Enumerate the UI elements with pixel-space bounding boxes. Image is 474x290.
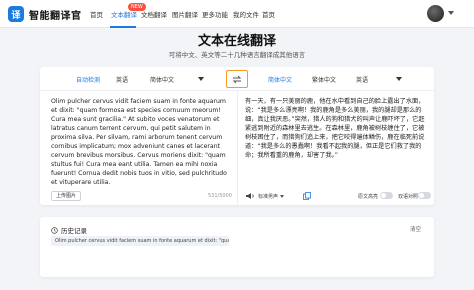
source-lang-option[interactable]: 简体中文 [150, 75, 174, 84]
voice-select[interactable]: 标准男声 [258, 193, 278, 200]
target-lang-option[interactable]: 繁体中文 [312, 75, 336, 84]
user-avatar[interactable] [427, 5, 444, 22]
logo-text: 智能翻译官 [29, 10, 82, 22]
source-auto-detect[interactable]: 自动检测 [76, 75, 100, 84]
nav-home[interactable]: 首页 [90, 9, 103, 19]
chevron-down-icon[interactable] [280, 194, 285, 198]
nav-home-2[interactable]: 首页 [262, 9, 275, 19]
nav-image-translate[interactable]: 图片翻译 [172, 9, 198, 19]
history-item[interactable]: Olim pulcher cervus vidit faciem suam in… [51, 236, 229, 246]
clear-history-button[interactable]: 清空 [410, 225, 421, 233]
nav-doc-translate[interactable]: 文档翻译 [141, 9, 167, 19]
toggle-label: 双语对照 [398, 194, 419, 200]
nav-active-underline [110, 26, 136, 28]
history-panel: 历史记录 清空 Olim pulcher cervus vidit faciem… [40, 217, 434, 277]
chevron-down-icon[interactable] [448, 11, 454, 15]
source-lang-option[interactable]: 英语 [116, 75, 128, 84]
language-bar: 自动检测 英语 简体中文 简体中文 繁体中文 英语 [40, 67, 434, 91]
logo[interactable]: 译 智能翻译官 [8, 6, 82, 22]
copy-icon[interactable] [303, 192, 311, 200]
translation-output: 有一天，有一只美丽的鹿，他在水中看到自己的脸上露出了水面，说：“我是多么漂亮啊！… [245, 98, 425, 159]
source-text-area[interactable]: Olim pulcher cervus vidit faciem suam in… [51, 97, 231, 187]
logo-icon: 译 [8, 6, 24, 22]
target-lang-selected[interactable]: 简体中文 [268, 75, 292, 84]
top-nav: 译 智能翻译官 首页 文本翻译 NEW 文档翻译 图片翻译 更多功能 我的文件 … [0, 0, 474, 28]
highlight-toggle[interactable] [380, 192, 393, 199]
nav-my-files[interactable]: 我的文件 [233, 9, 259, 19]
swap-languages-button[interactable] [226, 70, 248, 88]
chevron-down-icon[interactable] [198, 77, 204, 81]
speaker-icon[interactable] [245, 192, 255, 200]
page-title: 文本在线翻译 [197, 34, 276, 49]
page-subtitle: 可将中文、英文等二十几种语言翻译成其他语言 [168, 51, 306, 59]
target-lang-option[interactable]: 英语 [356, 75, 368, 84]
history-title: 历史记录 [61, 227, 87, 235]
swap-icon [232, 75, 242, 83]
history-header: 历史记录 [51, 225, 87, 235]
pane-divider [237, 91, 238, 205]
clock-icon [51, 226, 58, 234]
toggle-label: 原文高亮 [358, 194, 379, 200]
char-counter: 531/5000 [208, 193, 232, 199]
voice-controls: 标准男声 [245, 191, 285, 201]
translator-card: 自动检测 英语 简体中文 简体中文 繁体中文 英语 Olim pulcher c… [40, 67, 434, 205]
chevron-down-icon[interactable] [396, 77, 402, 81]
upload-image-button[interactable]: 上传图片 [51, 191, 81, 201]
nav-more-features[interactable]: 更多功能 [202, 9, 228, 19]
bilingual-toggle[interactable] [418, 192, 431, 199]
